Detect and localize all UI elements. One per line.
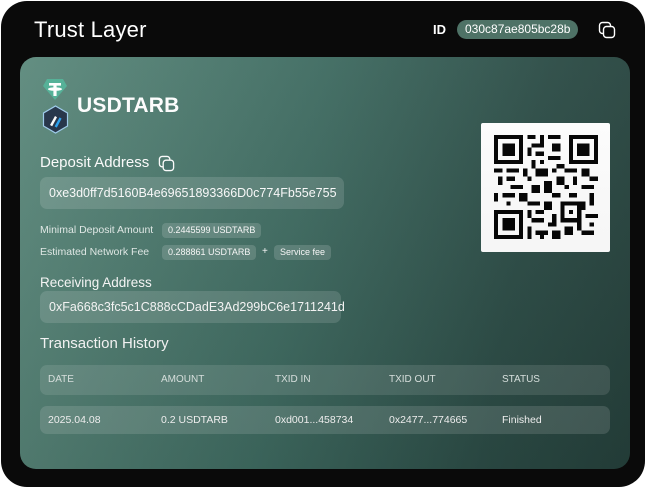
token-name: USDTARB <box>77 94 180 117</box>
deposit-address-field[interactable]: 0xe3d0ff7d5160B4e69651893366D0c774Fb55e7… <box>40 177 344 209</box>
qr-pattern <box>494 135 598 239</box>
id-value: 030c87ae805bc28b <box>457 20 579 39</box>
row-status: Finished <box>502 414 542 426</box>
tether-icon <box>42 78 68 101</box>
column-date: DATE <box>48 374 74 385</box>
copy-deposit-address-icon[interactable] <box>158 155 175 172</box>
receiving-address-field[interactable]: 0xFa668c3fc5c1C888cCDadE3Ad299bC6e171124… <box>40 291 345 323</box>
minimal-deposit-value: 0.2445599 USDTARB <box>162 223 262 238</box>
row-txid-out[interactable]: 0x2477...774665 <box>389 406 467 434</box>
arbitrum-icon <box>42 105 69 134</box>
app-title: Trust Layer <box>34 17 147 42</box>
receiving-address-label: Receiving Address <box>40 275 152 290</box>
table-row[interactable]: 2025.04.08 0.2 USDTARB 0xd001...458734 0… <box>40 406 610 434</box>
deposit-card: USDTARB Deposit Address 0xe3d0ff7d5160B4… <box>20 57 630 469</box>
row-date: 2025.04.08 <box>48 414 101 426</box>
network-fee-label: Estimated Network Fee <box>40 246 150 258</box>
column-status: STATUS <box>502 374 540 385</box>
deposit-address-label: Deposit Address <box>40 154 150 171</box>
column-amount: AMOUNT <box>161 374 205 385</box>
column-txid-in: TXID IN <box>275 374 311 385</box>
minimal-deposit-label: Minimal Deposit Amount <box>40 224 154 236</box>
deposit-qr-code <box>481 123 610 252</box>
app-window: Trust Layer ID 030c87ae805bc28b USDTARB … <box>1 1 645 487</box>
table-header: DATE AMOUNT TXID IN TXID OUT STATUS <box>40 365 610 395</box>
fee-plus-sign: + <box>262 246 268 257</box>
column-txid-out: TXID OUT <box>389 374 436 385</box>
row-txid-in[interactable]: 0xd001...458734 <box>275 406 353 434</box>
id-label: ID <box>433 22 446 37</box>
row-amount: 0.2 USDTARB <box>161 414 228 426</box>
copy-id-icon[interactable] <box>598 21 616 39</box>
service-fee-badge: Service fee <box>274 245 332 260</box>
network-fee-value: 0.288861 USDTARB <box>162 245 257 260</box>
transaction-history-title: Transaction History <box>40 335 169 352</box>
